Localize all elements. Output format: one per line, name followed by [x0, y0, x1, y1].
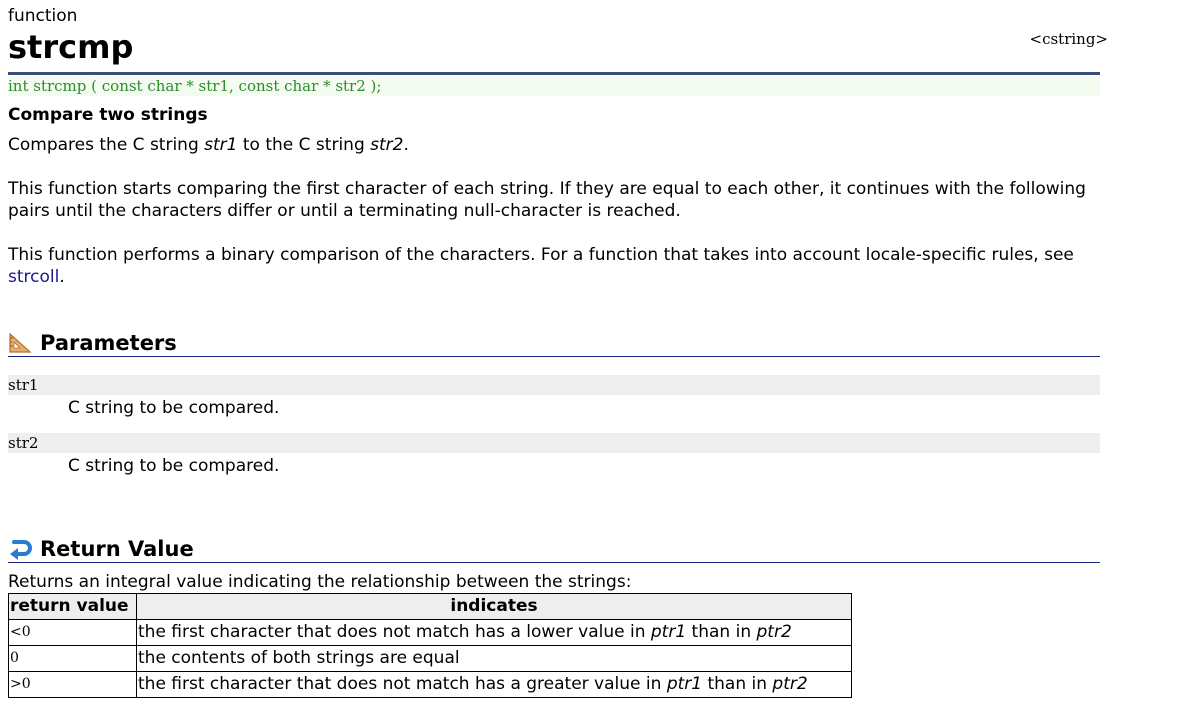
indicates-cell: the first character that does not match …	[136, 671, 852, 698]
page-title: strcmp	[8, 28, 134, 66]
column-header-return-value: return value	[8, 593, 137, 620]
param-ref: str1	[204, 135, 238, 155]
parameters-section-header: Parameters	[8, 330, 1100, 357]
table-row: <0 the first character that does not mat…	[8, 619, 852, 646]
param-name-str1: str1	[8, 375, 1100, 395]
text: than in	[702, 674, 773, 694]
return-value-heading: Return Value	[40, 537, 194, 561]
text: the first character that does not match …	[138, 622, 651, 642]
description-paragraph-3: This function performs a binary comparis…	[8, 244, 1088, 288]
param-desc-str1: C string to be compared.	[68, 398, 280, 418]
summary-heading: Compare two strings	[8, 105, 208, 125]
return-arrow-icon	[10, 540, 32, 560]
param-ref: ptr1	[650, 622, 687, 642]
param-ref: ptr2	[756, 622, 792, 642]
return-value-intro: Returns an integral value indicating the…	[8, 572, 632, 592]
table-row: 0 the contents of both strings are equal	[8, 645, 852, 672]
text: the first character that does not match …	[138, 674, 667, 694]
indicates-cell: the contents of both strings are equal	[136, 645, 852, 672]
param-name-str2: str2	[8, 433, 1100, 453]
return-value-section-header: Return Value	[8, 536, 1100, 563]
description-paragraph-2: This function starts comparing the first…	[8, 179, 1086, 221]
param-desc-str2: C string to be compared.	[68, 456, 280, 476]
return-value-cell: 0	[8, 645, 137, 672]
strcoll-link[interactable]: strcoll	[8, 267, 59, 287]
param-ref: str2	[370, 135, 404, 155]
column-header-indicates: indicates	[136, 593, 852, 620]
description-paragraph-1: Compares the C string str1 to the C stri…	[8, 134, 1088, 156]
header-link[interactable]: <cstring>	[1030, 30, 1109, 48]
text: .	[59, 267, 65, 287]
text: Compares the C string	[8, 135, 205, 155]
return-value-cell: <0	[8, 619, 137, 646]
return-value-table: return value indicates <0 the first char…	[8, 593, 852, 698]
entry-kind-label: function	[8, 6, 78, 26]
indicates-cell: the first character that does not match …	[136, 619, 852, 646]
text: to the C string	[237, 135, 371, 155]
title-divider	[8, 72, 1100, 75]
text: than in	[686, 622, 757, 642]
table-row: >0 the first character that does not mat…	[8, 671, 852, 698]
table-header-row: return value indicates	[8, 593, 852, 620]
text: .	[403, 135, 409, 155]
text: This function performs a binary comparis…	[8, 245, 1074, 265]
parameters-heading: Parameters	[40, 331, 177, 355]
function-prototype: int strcmp ( const char * str1, const ch…	[8, 76, 1100, 96]
return-value-cell: >0	[8, 671, 137, 698]
ruler-triangle-icon	[9, 332, 32, 353]
param-ref: ptr2	[772, 674, 808, 694]
param-ref: ptr1	[666, 674, 703, 694]
